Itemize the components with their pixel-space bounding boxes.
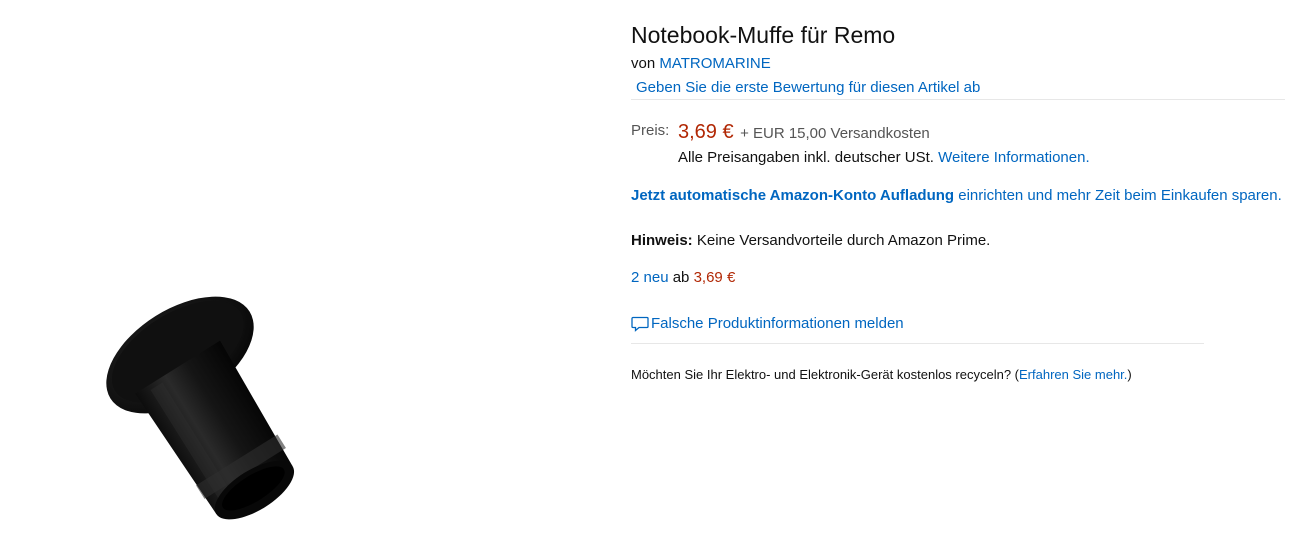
comment-icon	[631, 316, 649, 332]
offers-price: 3,69 €	[693, 269, 736, 286]
offers-middle: ab	[668, 269, 694, 286]
learn-more-link[interactable]: Erfahren Sie mehr.	[1019, 367, 1127, 382]
price-label: Preis:	[631, 122, 670, 139]
recycle-info: Möchten Sie Ihr Elektro- und Elektronik-…	[631, 366, 1132, 384]
price-line: 3,69 € + EUR 15,00 Versandkosten	[678, 119, 930, 145]
recycle-close: )	[1127, 367, 1132, 382]
topup-rest: einrichten und mehr Zeit beim Einkaufen …	[954, 187, 1282, 204]
amazon-topup-link[interactable]: Jetzt automatische Amazon-Konto Aufladun…	[631, 184, 1291, 208]
recycle-text: Möchten Sie Ihr Elektro- und Elektronik-…	[631, 367, 1020, 382]
hint-label: Hinweis:	[631, 232, 693, 249]
price-value: 3,69 €	[678, 121, 734, 143]
report-wrong-info-link[interactable]: Falsche Produktinformationen melden	[631, 314, 904, 334]
brand-link[interactable]: MATROMARINE	[659, 55, 770, 72]
prime-hint: Hinweis: Keine Versandvorteile durch Ama…	[631, 231, 990, 251]
product-title: Notebook-Muffe für Remo	[631, 22, 896, 48]
shipping-cost: + EUR 15,00 Versandkosten	[740, 125, 930, 142]
byline-prefix: von	[631, 55, 660, 72]
new-offers-link[interactable]: 2 neu	[631, 269, 669, 286]
tax-info: Alle Preisangaben inkl. deutscher USt. W…	[678, 148, 1090, 168]
offers-line: 2 neu ab 3,69 €	[631, 268, 735, 288]
byline: von MATROMARINE	[631, 54, 771, 74]
image-block	[0, 0, 610, 540]
topup-bold: Jetzt automatische Amazon-Konto Aufladun…	[631, 187, 955, 204]
divider	[631, 99, 1285, 100]
more-info-link[interactable]: Weitere Informationen.	[938, 149, 1089, 166]
divider	[631, 343, 1204, 344]
report-label: Falsche Produktinformationen melden	[651, 315, 904, 332]
write-review-link[interactable]: Geben Sie die erste Bewertung für diesen…	[636, 78, 980, 98]
hint-text: Keine Versandvorteile durch Amazon Prime…	[692, 232, 991, 249]
product-image[interactable]	[95, 285, 310, 535]
tax-text: Alle Preisangaben inkl. deutscher USt.	[678, 149, 934, 166]
